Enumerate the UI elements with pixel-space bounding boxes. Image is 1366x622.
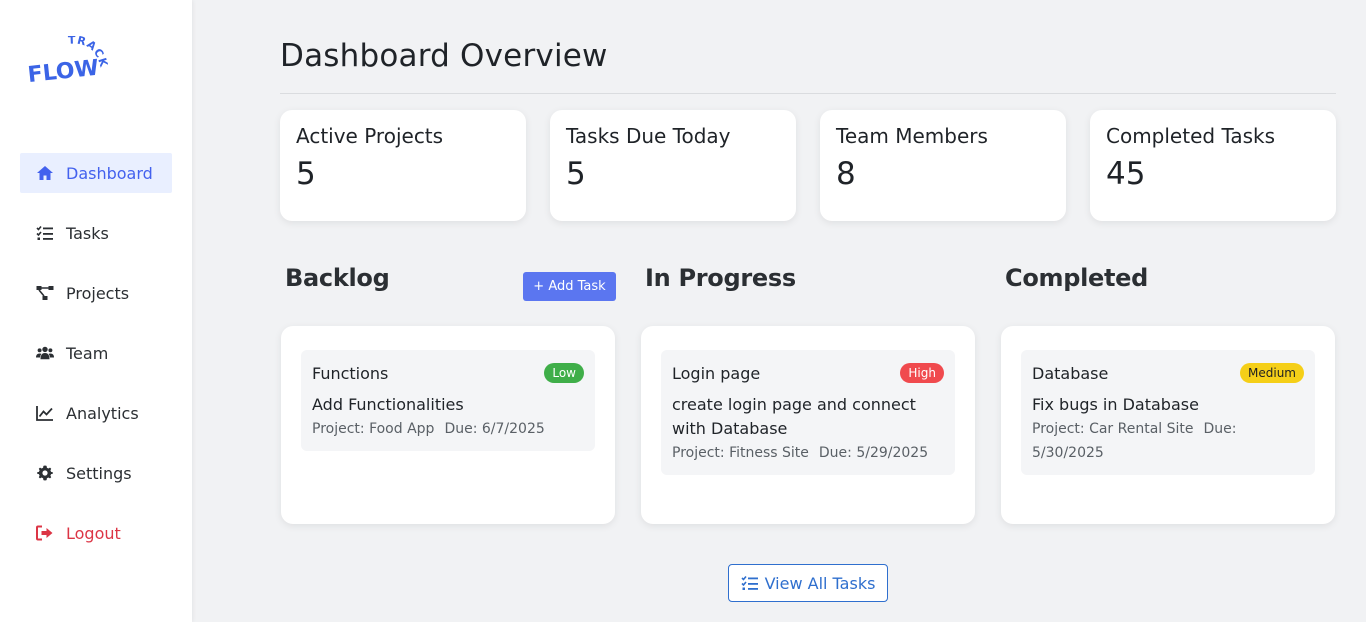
sidebar-item-label: Dashboard	[66, 163, 153, 183]
logout-icon	[34, 524, 56, 542]
priority-badge: High	[900, 363, 944, 383]
column-completed: Database Medium Fix bugs in Database Pro…	[1001, 326, 1335, 524]
sidebar-item-label: Team	[66, 343, 109, 363]
task-name: Functions	[312, 363, 389, 383]
task-description: Fix bugs in Database	[1032, 395, 1199, 414]
stat-value: 8	[836, 156, 856, 192]
sidebar-item-label: Projects	[66, 283, 130, 303]
flowtrack-logo[interactable]: TRACK FLOW	[28, 36, 108, 88]
sidebar-item-label: Logout	[66, 523, 121, 543]
task-project: Project: Food App	[312, 421, 435, 437]
stat-label: Tasks Due Today	[566, 124, 731, 148]
stat-value: 45	[1106, 156, 1146, 192]
title-divider	[280, 93, 1336, 94]
stat-label: Completed Tasks	[1106, 124, 1276, 148]
stat-card-tasks-due-today: Tasks Due Today 5	[550, 110, 796, 221]
view-all-tasks-label: View All Tasks	[764, 573, 876, 593]
task-name: Database	[1032, 363, 1109, 383]
stat-value: 5	[566, 156, 586, 192]
sidebar-item-projects[interactable]: Projects	[20, 273, 172, 313]
task-description: Add Functionalities	[312, 395, 464, 414]
sidebar-nav: Dashboard Tasks Projects Team Analytics	[20, 153, 172, 573]
sidebar-item-label: Settings	[66, 463, 132, 483]
stat-value: 5	[296, 156, 316, 192]
task-card[interactable]: Database Medium Fix bugs in Database Pro…	[1021, 350, 1315, 475]
sidebar-item-logout[interactable]: Logout	[20, 513, 172, 553]
task-meta: Project: Fitness Site Due: 5/29/2025	[672, 441, 944, 465]
task-project: Project: Car Rental Site	[1032, 421, 1194, 437]
page-title: Dashboard Overview	[280, 38, 608, 74]
view-all-tasks-button[interactable]: View All Tasks	[728, 564, 888, 602]
column-title-in-progress: In Progress	[645, 264, 796, 292]
add-task-button[interactable]: + Add Task	[523, 272, 616, 301]
task-due-date: Due: 6/7/2025	[444, 421, 545, 437]
task-meta: Project: Car Rental Site Due: 5/30/2025	[1032, 417, 1304, 465]
task-card[interactable]: Functions Low Add Functionalities Projec…	[301, 350, 595, 451]
task-meta: Project: Food App Due: 6/7/2025	[312, 417, 584, 441]
task-card[interactable]: Login page High create login page and co…	[661, 350, 955, 475]
stat-card-team-members: Team Members 8	[820, 110, 1066, 221]
home-icon	[34, 164, 56, 182]
task-project: Project: Fitness Site	[672, 445, 809, 461]
priority-badge: Medium	[1240, 363, 1304, 383]
task-list-icon	[34, 224, 56, 242]
column-backlog: Functions Low Add Functionalities Projec…	[281, 326, 615, 524]
sidebar-item-label: Tasks	[66, 223, 109, 243]
users-icon	[34, 344, 56, 362]
sidebar-item-team[interactable]: Team	[20, 333, 172, 373]
project-tree-icon	[34, 284, 56, 302]
sidebar-item-tasks[interactable]: Tasks	[20, 213, 172, 253]
column-title-completed: Completed	[1005, 264, 1149, 292]
sidebar-item-dashboard[interactable]: Dashboard	[20, 153, 172, 193]
stat-card-active-projects: Active Projects 5	[280, 110, 526, 221]
stat-card-completed-tasks: Completed Tasks 45	[1090, 110, 1336, 221]
sidebar-item-analytics[interactable]: Analytics	[20, 393, 172, 433]
priority-badge: Low	[544, 363, 584, 383]
task-list-icon	[741, 575, 758, 590]
stat-label: Active Projects	[296, 124, 444, 148]
sidebar: TRACK FLOW Dashboard Tasks Projects	[0, 0, 192, 622]
stat-label: Team Members	[836, 124, 988, 148]
logo-main-text: FLOW	[28, 56, 100, 88]
column-in-progress: Login page High create login page and co…	[641, 326, 975, 524]
sidebar-item-settings[interactable]: Settings	[20, 453, 172, 493]
gear-icon	[34, 464, 56, 482]
chart-line-icon	[34, 404, 56, 422]
sidebar-item-label: Analytics	[66, 403, 139, 423]
task-due-date: Due: 5/29/2025	[818, 445, 929, 461]
column-title-backlog: Backlog	[285, 264, 390, 292]
task-description: create login page and connect with Datab…	[672, 395, 916, 438]
task-name: Login page	[672, 363, 761, 383]
